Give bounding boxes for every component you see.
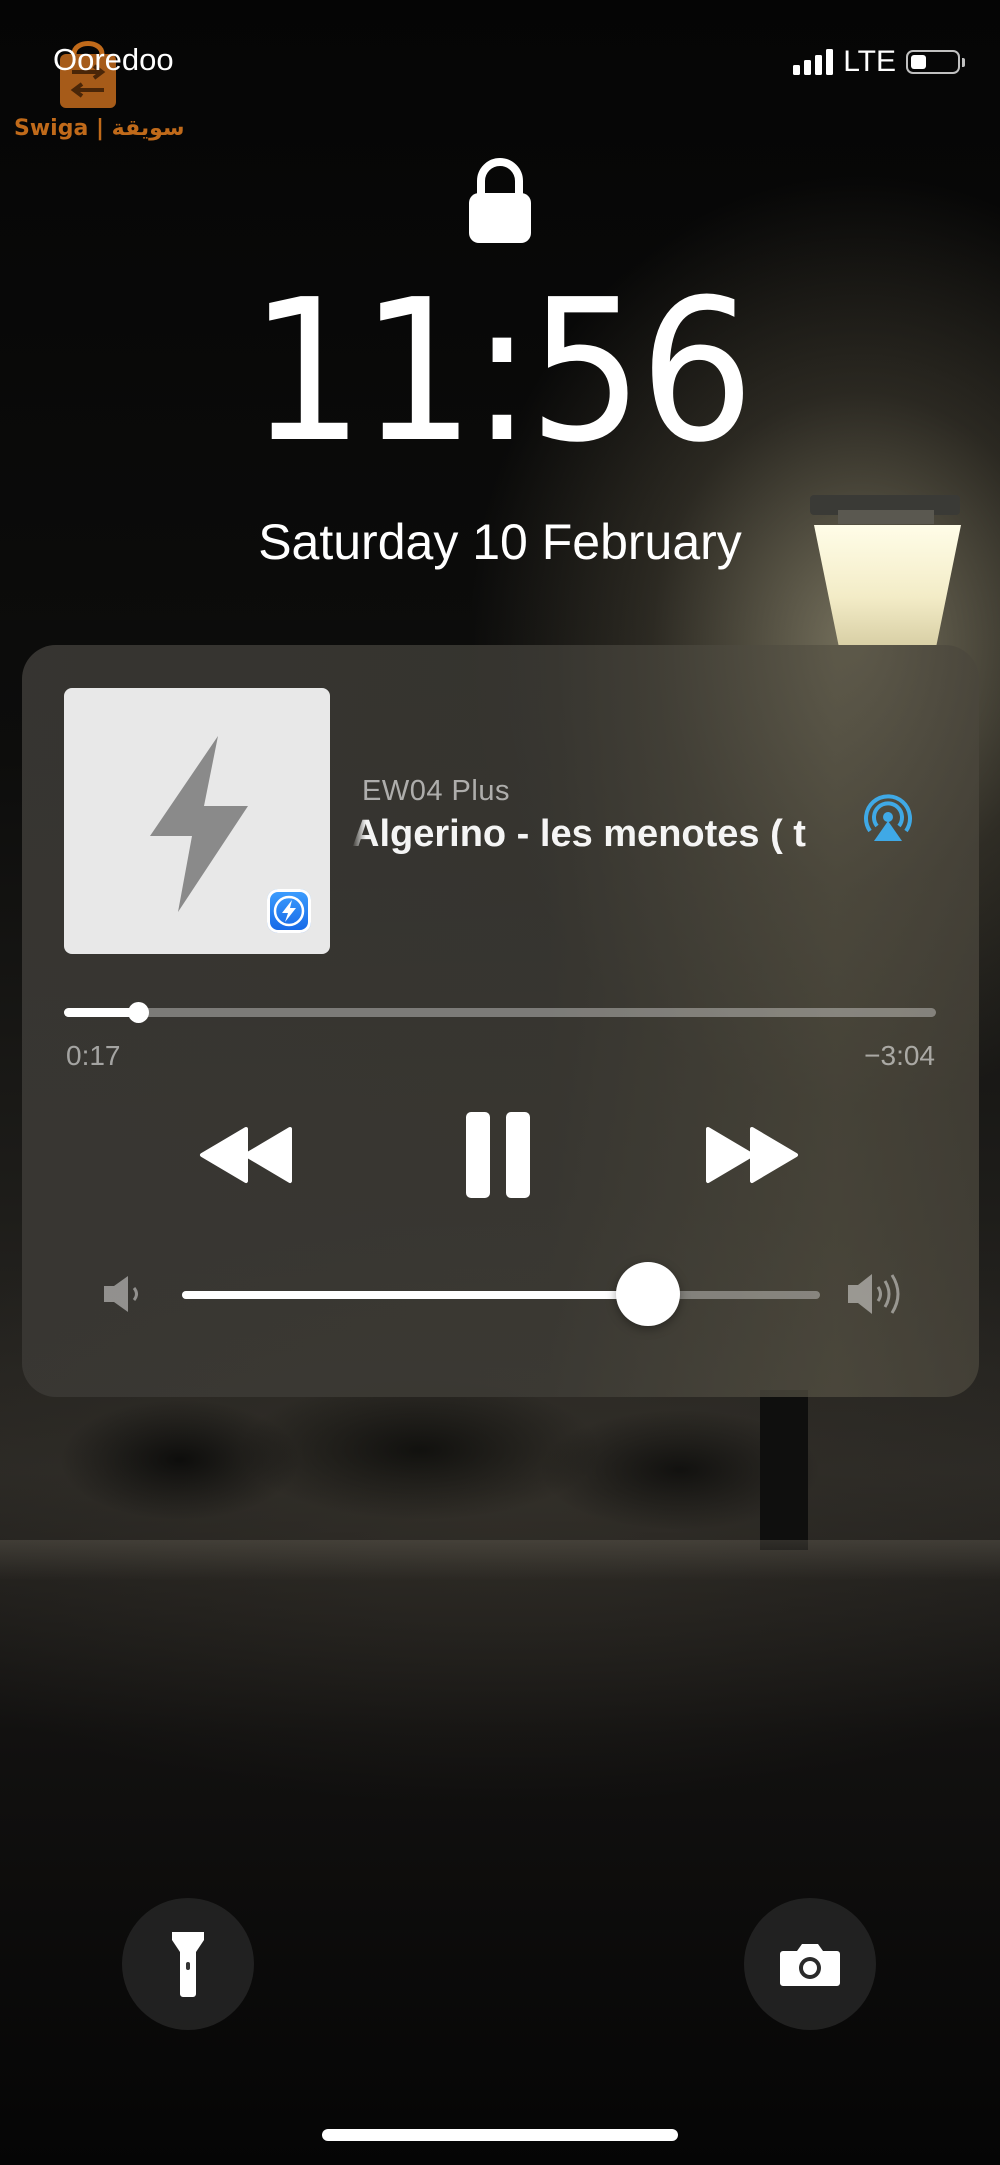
volume-low-icon <box>104 1276 138 1312</box>
lock-screen-time: 11:56 <box>249 258 754 486</box>
cellular-signal-icon <box>793 49 834 75</box>
carrier-name: Ooredoo <box>53 42 174 77</box>
output-device-name: EW04 Plus <box>362 775 510 807</box>
volume-level <box>182 1291 648 1299</box>
lock-screen-date: Saturday 10 February <box>258 514 742 570</box>
volume-high-icon <box>848 1274 900 1314</box>
track-title-text: Algerino - les menotes ( t <box>352 813 806 855</box>
network-type: LTE <box>843 45 896 78</box>
wallpaper-trees <box>0 1380 1000 1550</box>
flashlight-button[interactable] <box>122 1898 254 2030</box>
fast-forward-button[interactable] <box>704 1123 800 1187</box>
airplay-audio-icon[interactable] <box>860 791 916 847</box>
now-playing-widget[interactable]: EW04 Plus Algerino - les menotes ( t 0:1… <box>22 645 979 1397</box>
pause-button[interactable] <box>464 1110 532 1200</box>
album-artwork[interactable] <box>64 688 330 954</box>
camera-icon <box>780 1944 840 1986</box>
wallpaper-ground <box>0 1540 1000 1580</box>
battery-icon <box>906 50 965 74</box>
status-indicators: LTE <box>793 45 965 79</box>
wallpaper-lamp-post <box>760 1390 808 1550</box>
remaining-time: −3:04 <box>864 1040 935 1071</box>
rewind-button[interactable] <box>198 1123 294 1187</box>
playback-scrubber[interactable] <box>64 1002 936 1023</box>
watermark-text: Swiga | سويقة <box>14 116 185 141</box>
app-badge-icon <box>267 889 311 933</box>
track-title: Algerino - les menotes ( t <box>352 813 857 856</box>
volume-slider[interactable] <box>182 1262 820 1326</box>
camera-button[interactable] <box>744 1898 876 2030</box>
lock-icon <box>469 158 531 243</box>
elapsed-time: 0:17 <box>66 1040 121 1071</box>
flashlight-icon <box>172 1932 204 1997</box>
scrubber-thumb[interactable] <box>128 1002 150 1023</box>
playback-progress <box>64 1008 139 1017</box>
volume-thumb[interactable] <box>615 1262 680 1326</box>
battery-level <box>911 55 927 69</box>
lightning-bolt-icon <box>150 736 248 912</box>
home-indicator[interactable] <box>322 2129 678 2141</box>
